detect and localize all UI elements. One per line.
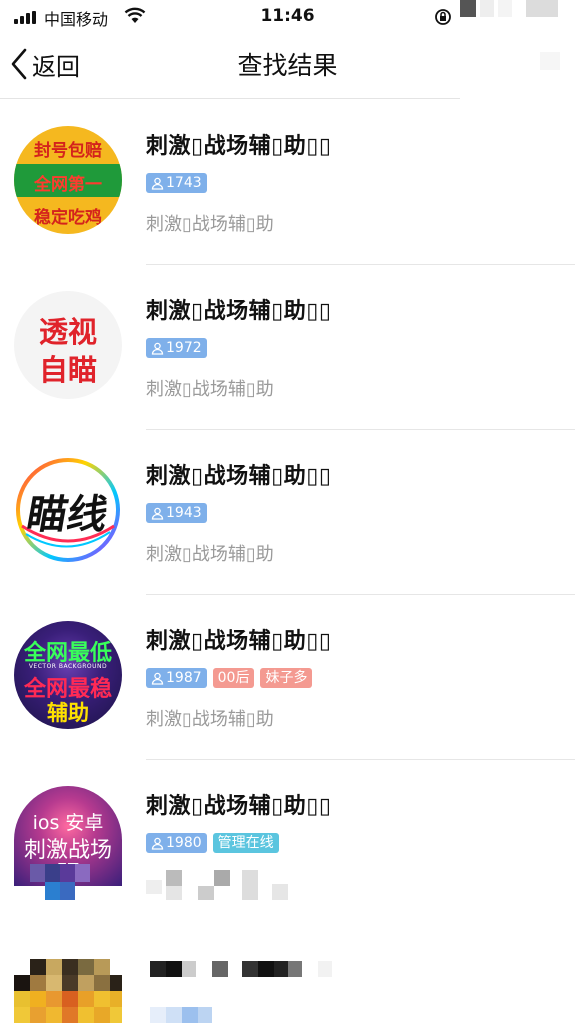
result-item[interactable]: 瞄线 刺激▯战场辅▯助▯▯ 1943 刺激▯战场辅▯助 [0,430,575,595]
status-bar: 中国移动 11:46 [0,0,575,32]
nav-divider [0,98,460,99]
avatar-text: 封号包赔 [34,141,102,161]
pixelated-avatar-overlay [30,864,90,900]
tag-row: 1980 管理在线 [146,833,279,853]
group-avatar: 封号包赔 全网第一 稳定吃鸡 [14,126,122,234]
tag-badge: 妹子多 [260,668,313,688]
person-icon [151,837,164,850]
group-title: 刺激▯战场辅▯助▯▯ [146,299,332,324]
member-count-badge: 1987 [146,668,207,688]
member-count-badge: 1972 [146,338,207,358]
avatar-text: 透视 [38,315,97,349]
person-icon [151,507,164,520]
avatar-text: ios 安卓 [32,812,104,834]
member-count-badge: 1743 [146,173,207,193]
group-avatar: 瞄线 [14,456,122,564]
group-title: 刺激▯战场辅▯助▯▯ [146,794,332,819]
avatar-text: 全网第一 [34,175,102,195]
battery-icon [460,0,558,17]
avatar-text: 辅助 [47,701,89,725]
person-icon [151,177,164,190]
person-icon [151,672,164,685]
pixelated-title [150,961,340,977]
member-count-badge: 1980 [146,833,207,853]
tag-row: 1943 [146,503,207,523]
avatar-text: 瞄线 [23,492,112,538]
result-item[interactable]: 全网最低 VECTOR BACKGROUND 全网最稳 辅助 刺激▯战场辅▯助▯… [0,595,575,760]
group-avatar: 透视 自瞄 [14,291,122,399]
group-title: 刺激▯战场辅▯助▯▯ [146,134,332,159]
tag-badge: 00后 [212,668,255,688]
tag-badge: 管理在线 [212,833,279,853]
group-description: 刺激▯战场辅▯助 [146,379,274,400]
group-description: 刺激▯战场辅▯助 [146,214,274,235]
tag-row: 1987 00后 妹子多 [146,668,313,688]
tag-row: 1743 [146,173,207,193]
pixelated-description [146,870,296,902]
navigation-bar: 返回 查找结果 [0,32,575,98]
pixelated-badge [150,1007,212,1023]
avatar-text: VECTOR BACKGROUND [28,663,108,670]
page-title: 查找结果 [237,51,338,80]
group-title: 刺激▯战场辅▯助▯▯ [146,629,332,654]
group-description: 刺激▯战场辅▯助 [146,709,274,730]
result-item[interactable]: ios 安卓 刺激战场 FZ 刺激▯战场辅▯助▯▯ 1980 管理在线 [0,760,575,925]
group-avatar: 全网最低 VECTOR BACKGROUND 全网最稳 辅助 [14,621,122,729]
rotation-lock-icon [435,9,451,25]
result-item[interactable]: 透视 自瞄 刺激▯战场辅▯助▯▯ 1972 刺激▯战场辅▯助 [0,265,575,430]
pixelated-avatar [14,959,122,1023]
tag-row: 1972 [146,338,207,358]
nav-corner-blur [540,52,560,70]
group-description: 刺激▯战场辅▯助 [146,544,274,565]
member-count-badge: 1943 [146,503,207,523]
avatar-text: 自瞄 [38,353,97,387]
result-item[interactable]: 封号包赔 全网第一 稳定吃鸡 刺激▯战场辅▯助▯▯ 1743 刺激▯战场辅▯助 [0,100,575,265]
avatar-text: 稳定吃鸡 [34,208,102,228]
person-icon [151,342,164,355]
result-item[interactable] [0,925,575,1023]
group-title: 刺激▯战场辅▯助▯▯ [146,464,332,489]
